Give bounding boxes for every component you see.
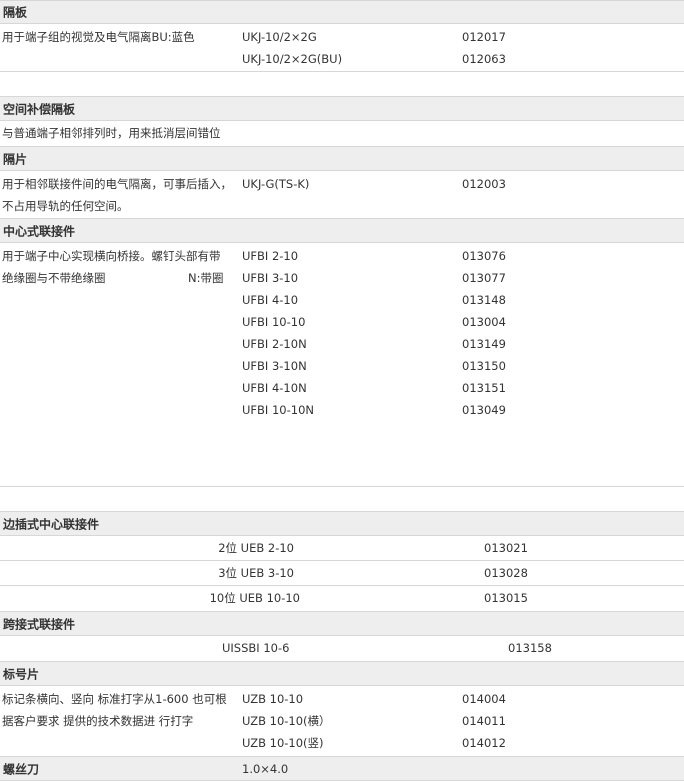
section-header-separator: 隔片 — [0, 146, 684, 171]
item-code: 013149 — [462, 337, 506, 351]
section-title: 隔板 — [3, 5, 28, 20]
section-title: 隔片 — [3, 152, 28, 166]
item-code: 013028 — [484, 566, 528, 580]
section-description: 标记条横向、竖向 标准打字从1-600 也可根据客户要求 提供的技术数据进 行打… — [2, 692, 227, 728]
item-code: 013076 — [462, 249, 506, 263]
item-model: UFBI 10-10 — [242, 315, 306, 329]
item-code: 013049 — [462, 403, 506, 417]
section-title: 跨接式联接件 — [3, 617, 76, 631]
section-title: 螺丝刀 — [3, 762, 40, 776]
item-model: UFBI 2-10N — [242, 337, 307, 351]
section-body-center-bridge: 用于端子中心实现横向桥接。螺钉头部有带 绝缘圈与不带绝缘圈 N:带圈 UFBI … — [0, 243, 684, 487]
item-model: UKJ-G(TS-K) — [242, 177, 310, 191]
item-code: 013021 — [484, 541, 528, 555]
section-body-spacer: 与普通端子相邻排列时，用来抵消层间错位 — [0, 121, 684, 146]
item-model: UKJ-10/2×2G — [242, 30, 317, 44]
item-model: UZB 10-10(横） — [242, 714, 331, 728]
section-description: 与普通端子相邻排列时，用来抵消层间错位 — [2, 126, 221, 140]
section-description: 用于端子组的视觉及电气隔离BU:蓝色 — [2, 30, 195, 44]
item-code: 013004 — [462, 315, 506, 329]
section-description-line2: 绝缘圈与不带绝缘圈 — [2, 271, 106, 285]
section-header-spacer: 空间补偿隔板 — [0, 96, 684, 121]
item-code: 013015 — [484, 591, 528, 605]
item-model: UKJ-10/2×2G(BU) — [242, 52, 343, 66]
item-label: 3位 UEB 3-10 — [218, 566, 294, 580]
item-code: 013158 — [508, 641, 552, 655]
section-note: N:带圈 — [188, 271, 224, 285]
item-code: 014011 — [462, 714, 506, 728]
item-model: UZB 10-10(竖) — [242, 736, 324, 750]
item-model: UZB 10-10 — [242, 692, 304, 706]
section-body-marker: 标记条横向、竖向 标准打字从1-600 也可根据客户要求 提供的技术数据进 行打… — [0, 686, 684, 756]
section-description-line1: 用于端子中心实现横向桥接。螺钉头部有带 — [2, 249, 221, 263]
item-model: UFBI 10-10N — [242, 403, 314, 417]
item-code: 014004 — [462, 692, 506, 706]
item-model: 1.0×4.0 — [242, 761, 289, 776]
item-code: 013151 — [462, 381, 506, 395]
item-model: UFBI 2-10 — [242, 249, 299, 263]
section-title: 中心式联接件 — [3, 224, 76, 238]
table-row: 10位 UEB 10-10 013015 — [0, 586, 684, 611]
section-header-partition: 隔板 — [0, 0, 684, 24]
item-model: UFBI 4-10 — [242, 293, 299, 307]
item-model: UFBI 3-10 — [242, 271, 299, 285]
item-code: 012017 — [462, 30, 506, 44]
table-row: UISSBI 10-6 013158 — [0, 636, 684, 661]
section-description: 用于相邻联接件间的电气隔离，可事后插入，不占用导轨的任何空间。 — [2, 177, 232, 213]
item-code: 013150 — [462, 359, 506, 373]
section-title: 空间补偿隔板 — [3, 102, 76, 116]
item-code: 014012 — [462, 736, 506, 750]
section-header-center-bridge: 中心式联接件 — [0, 218, 684, 243]
product-list: 隔板 用于端子组的视觉及电气隔离BU:蓝色 UKJ-10/2×2G 012017… — [0, 0, 684, 784]
table-row: 2位 UEB 2-10 013021 — [0, 536, 684, 561]
item-code: 012003 — [462, 177, 506, 191]
section-title: 边插式中心联接件 — [3, 517, 100, 531]
section-body-partition: 用于端子组的视觉及电气隔离BU:蓝色 UKJ-10/2×2G 012017 UK… — [0, 24, 684, 72]
section-title: 标号片 — [3, 667, 40, 681]
item-label: 10位 UEB 10-10 — [209, 591, 300, 605]
item-code: 013148 — [462, 293, 506, 307]
item-code: 013077 — [462, 271, 506, 285]
item-model: UISSBI 10-6 — [222, 641, 290, 655]
section-header-jumper: 跨接式联接件 — [0, 611, 684, 636]
item-label: 2位 UEB 2-10 — [218, 541, 294, 555]
section-header-marker: 标号片 — [0, 661, 684, 686]
section-body-separator: 用于相邻联接件间的电气隔离，可事后插入，不占用导轨的任何空间。 UKJ-G(TS… — [0, 171, 684, 218]
item-model: UFBI 4-10N — [242, 381, 307, 395]
section-header-side-insert: 边插式中心联接件 — [0, 511, 684, 536]
item-model: UFBI 3-10N — [242, 359, 307, 373]
section-header-screwdriver: 螺丝刀 1.0×4.0 — [0, 756, 684, 781]
table-row: 3位 UEB 3-10 013028 — [0, 561, 684, 586]
item-code: 012063 — [462, 52, 506, 66]
